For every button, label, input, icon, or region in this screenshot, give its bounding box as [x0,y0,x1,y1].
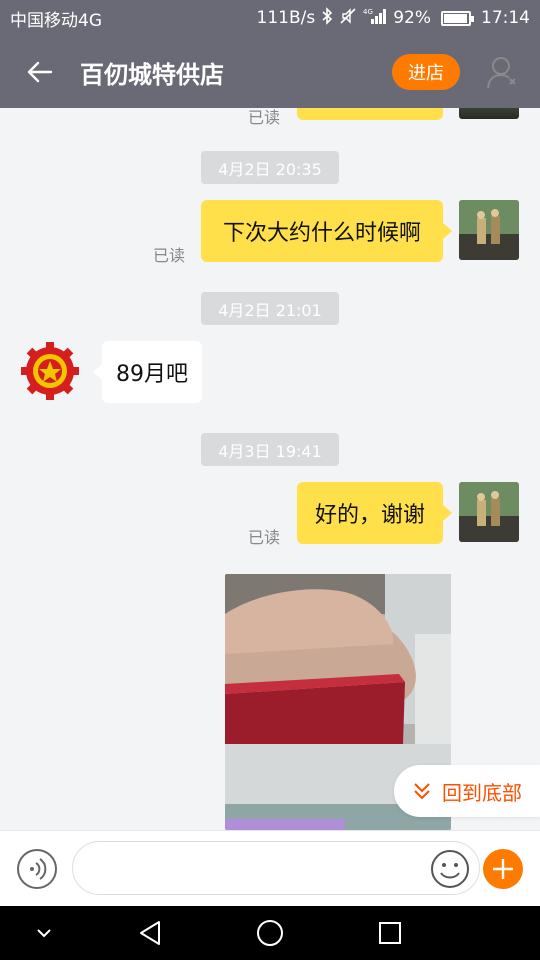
emoji-button[interactable] [430,849,470,889]
status-bar: 中国移动4G 111B/s 4G 92% 17:14 [0,0,540,36]
circle-home-icon [257,920,283,946]
plus-icon [493,859,513,879]
clock: 17:14 [481,8,530,28]
svg-text:4G: 4G [363,8,373,16]
bubble-tail [93,364,102,380]
shop-message-bubble[interactable]: 89月吧 [102,341,202,403]
timestamp-pill: 4月3日 19:41 [201,433,339,466]
system-nav-bar [0,906,540,960]
enter-shop-button[interactable]: 进店 [392,54,460,90]
avatar-image-icon [459,482,519,542]
my-message-bubble[interactable]: 好的，谢谢 [297,482,443,544]
bluetooth-icon [321,6,333,30]
user-icon [487,57,516,89]
chat-area[interactable]: 已读 4月2日 20:35 已读 下次大约什么时候啊 4月2日 21:01 89… [0,108,540,830]
profile-button[interactable] [482,52,522,92]
message-input[interactable] [72,841,480,895]
square-recents-icon [379,922,401,944]
mute-icon [339,7,357,30]
back-to-bottom-label: 回到底部 [442,780,522,805]
chat-header: 百仞城特供店 进店 [0,36,540,108]
bubble-tail [443,223,452,239]
more-button[interactable] [483,849,523,889]
shop-avatar[interactable] [20,341,80,401]
carrier-label: 中国移动4G [10,10,102,31]
voice-button[interactable] [17,849,57,889]
avatar-image-icon [459,200,519,260]
nav-hide-button[interactable] [30,906,58,960]
double-chevron-down-icon [414,783,430,800]
message-bubble-partial[interactable] [297,108,443,120]
voice-icon [30,858,47,880]
bubble-tail [443,505,452,521]
signal-icon: 4G [363,7,387,30]
my-avatar[interactable] [459,108,519,119]
nav-home-button[interactable] [254,906,286,960]
nav-back-button[interactable] [134,906,166,960]
my-avatar[interactable] [459,482,519,542]
my-avatar[interactable] [459,200,519,260]
nav-recents-button[interactable] [374,906,406,960]
my-message-bubble[interactable]: 下次大约什么时候啊 [201,200,443,262]
read-receipt: 已读 [153,246,186,265]
gear-logo-icon [21,342,79,400]
emoji-icon [431,850,469,888]
network-speed: 111B/s [256,8,316,28]
back-arrow-icon [27,61,53,83]
read-receipt: 已读 [248,528,281,547]
read-receipt: 已读 [248,108,281,127]
input-bar [0,830,540,906]
shop-title: 百仞城特供店 [80,60,224,89]
back-to-bottom-button[interactable]: 回到底部 [394,765,540,817]
chevron-down-icon [37,929,51,938]
battery-percent: 92% [393,8,431,28]
battery-icon [441,10,474,26]
back-button[interactable] [0,36,80,108]
timestamp-pill: 4月2日 21:01 [201,292,339,325]
status-icons: 111B/s 4G 92% 17:14 [256,6,530,30]
timestamp-pill: 4月2日 20:35 [201,151,339,184]
triangle-back-icon [140,921,160,945]
